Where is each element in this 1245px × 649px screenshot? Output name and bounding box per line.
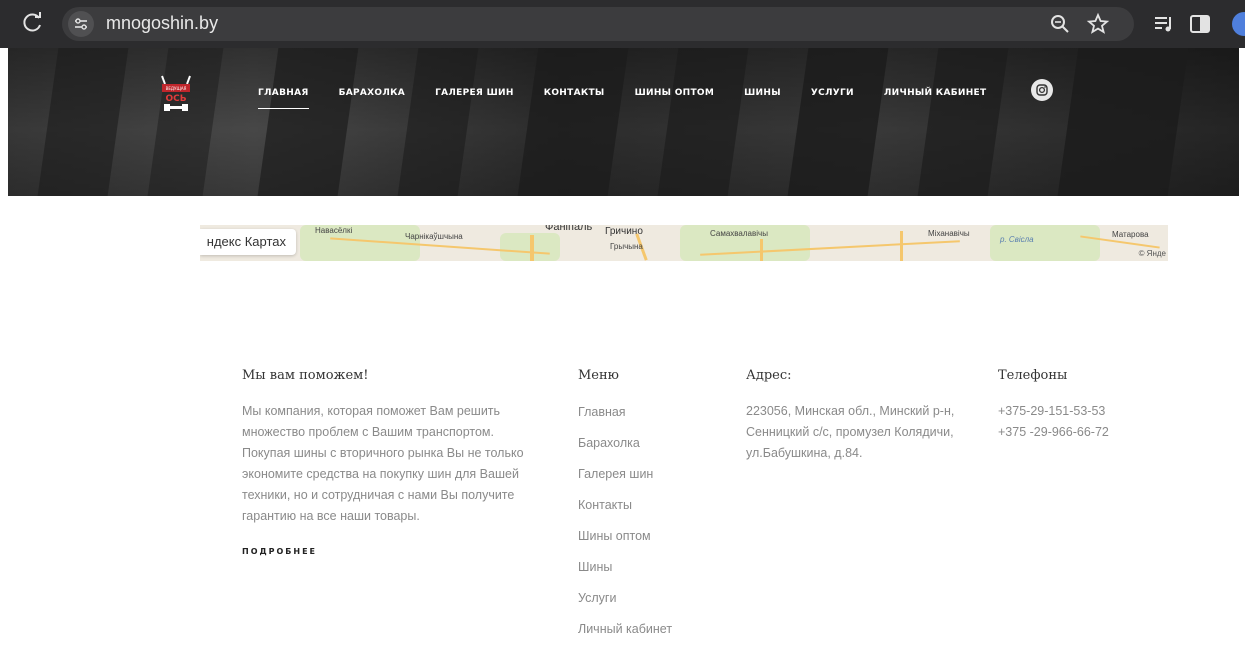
phone-number[interactable]: +375 -29-966-66-72 bbox=[998, 422, 1198, 443]
footer-menu-item[interactable]: Главная bbox=[578, 401, 718, 432]
reload-icon[interactable] bbox=[20, 10, 46, 36]
map-copyright: © Янде bbox=[1138, 249, 1166, 258]
map-label: Самахвалавічы bbox=[710, 229, 768, 238]
tire-tread-decoration bbox=[917, 48, 1009, 196]
footer-menu-item[interactable]: Шины оптом bbox=[578, 525, 718, 556]
address-bar[interactable]: mnogoshin.by bbox=[62, 7, 1134, 41]
map-label: Навасёлкі bbox=[315, 226, 353, 235]
footer-menu-item[interactable]: Личный кабинет bbox=[578, 618, 718, 649]
about-text: Мы компания, которая поможет Вам решить … bbox=[242, 404, 524, 523]
site-header: ВЕДУЩАЯ ОСЬ ГЛАВНАЯ БАРАХОЛКА ГАЛЕРЕЯ ШИ… bbox=[8, 48, 1239, 196]
footer-menu-item[interactable]: Услуги bbox=[578, 587, 718, 618]
nav-item-wholesale-tires[interactable]: ШИНЫ ОПТОМ bbox=[635, 88, 715, 98]
footer-phones: Телефоны +375-29-151-53-53 +375 -29-966-… bbox=[998, 368, 1198, 443]
url-text[interactable]: mnogoshin.by bbox=[106, 13, 218, 34]
nav-item-account[interactable]: ЛИЧНЫЙ КАБИНЕТ bbox=[884, 88, 987, 98]
map-label: Фаніпаль bbox=[545, 225, 593, 233]
footer-menu-item[interactable]: Галерея шин bbox=[578, 463, 718, 494]
phones-title: Телефоны bbox=[998, 368, 1068, 383]
instagram-icon[interactable] bbox=[1031, 79, 1053, 101]
main-nav: ГЛАВНАЯ БАРАХОЛКА ГАЛЕРЕЯ ШИН КОНТАКТЫ Ш… bbox=[258, 88, 1016, 109]
yandex-map[interactable]: Навасёлкі Чарнікаўшчына Фаніпаль Гричино… bbox=[200, 225, 1168, 261]
media-control-icon[interactable] bbox=[1152, 12, 1176, 36]
side-panel-icon[interactable] bbox=[1188, 12, 1212, 36]
address-title: Адрес: bbox=[746, 368, 792, 383]
map-label: Матарова bbox=[1112, 230, 1149, 239]
footer-menu-list: Главная Барахолка Галерея шин Контакты Ш… bbox=[578, 401, 718, 649]
profile-avatar[interactable] bbox=[1232, 12, 1245, 36]
tire-tread-decoration bbox=[787, 48, 889, 196]
address-text: 223056, Минская обл., Минский р-н, Сенни… bbox=[746, 404, 955, 460]
tire-tread-decoration bbox=[397, 48, 479, 196]
footer-address: Адрес: 223056, Минская обл., Минский р-н… bbox=[746, 368, 986, 464]
phone-number[interactable]: +375-29-151-53-53 bbox=[998, 401, 1198, 422]
footer-menu: Меню Главная Барахолка Галерея шин Конта… bbox=[578, 368, 718, 649]
nav-item-services[interactable]: УСЛУГИ bbox=[811, 88, 854, 98]
tire-tread-decoration bbox=[147, 48, 224, 196]
map-road bbox=[900, 231, 903, 261]
map-road bbox=[760, 239, 763, 261]
footer-about: Мы вам поможем! Мы компания, которая пом… bbox=[242, 368, 532, 558]
tire-tread-decoration bbox=[517, 48, 629, 196]
browser-toolbar: mnogoshin.by bbox=[0, 0, 1245, 48]
bookmark-star-icon[interactable] bbox=[1086, 12, 1110, 36]
map-label: р. Свісла bbox=[1000, 235, 1034, 244]
nav-item-home[interactable]: ГЛАВНАЯ bbox=[258, 88, 309, 109]
map-road bbox=[530, 235, 534, 261]
nav-item-tire-gallery[interactable]: ГАЛЕРЕЯ ШИН bbox=[435, 88, 514, 98]
more-link[interactable]: ПОДРОБНЕЕ bbox=[242, 547, 317, 556]
tire-tread-decoration bbox=[257, 48, 359, 196]
about-title: Мы вам поможем! bbox=[242, 368, 369, 383]
tire-tread-decoration bbox=[1057, 48, 1189, 196]
footer-menu-item[interactable]: Шины bbox=[578, 556, 718, 587]
menu-title: Меню bbox=[578, 368, 619, 383]
tire-tread-decoration bbox=[657, 48, 749, 196]
open-in-yandex-maps-button[interactable]: ндекс Картах bbox=[200, 229, 296, 255]
logo-text-top: ВЕДУЩАЯ bbox=[166, 86, 187, 91]
footer-menu-item[interactable]: Барахолка bbox=[578, 432, 718, 463]
footer-menu-item[interactable]: Контакты bbox=[578, 494, 718, 525]
site-logo[interactable]: ВЕДУЩАЯ ОСЬ bbox=[158, 74, 194, 114]
map-label: Гричино bbox=[605, 226, 643, 237]
map-label: Грычына bbox=[610, 242, 643, 251]
nav-item-flea-market[interactable]: БАРАХОЛКА bbox=[339, 88, 405, 98]
zoom-icon[interactable] bbox=[1048, 12, 1072, 36]
logo-text-main: ОСЬ bbox=[165, 94, 186, 104]
nav-item-contacts[interactable]: КОНТАКТЫ bbox=[544, 88, 605, 98]
site-info-icon[interactable] bbox=[68, 11, 94, 37]
tire-tread-decoration bbox=[37, 48, 129, 196]
nav-item-tires[interactable]: ШИНЫ bbox=[744, 88, 781, 98]
map-label: Міханавічы bbox=[928, 229, 970, 238]
map-label: Чарнікаўшчына bbox=[405, 232, 463, 241]
